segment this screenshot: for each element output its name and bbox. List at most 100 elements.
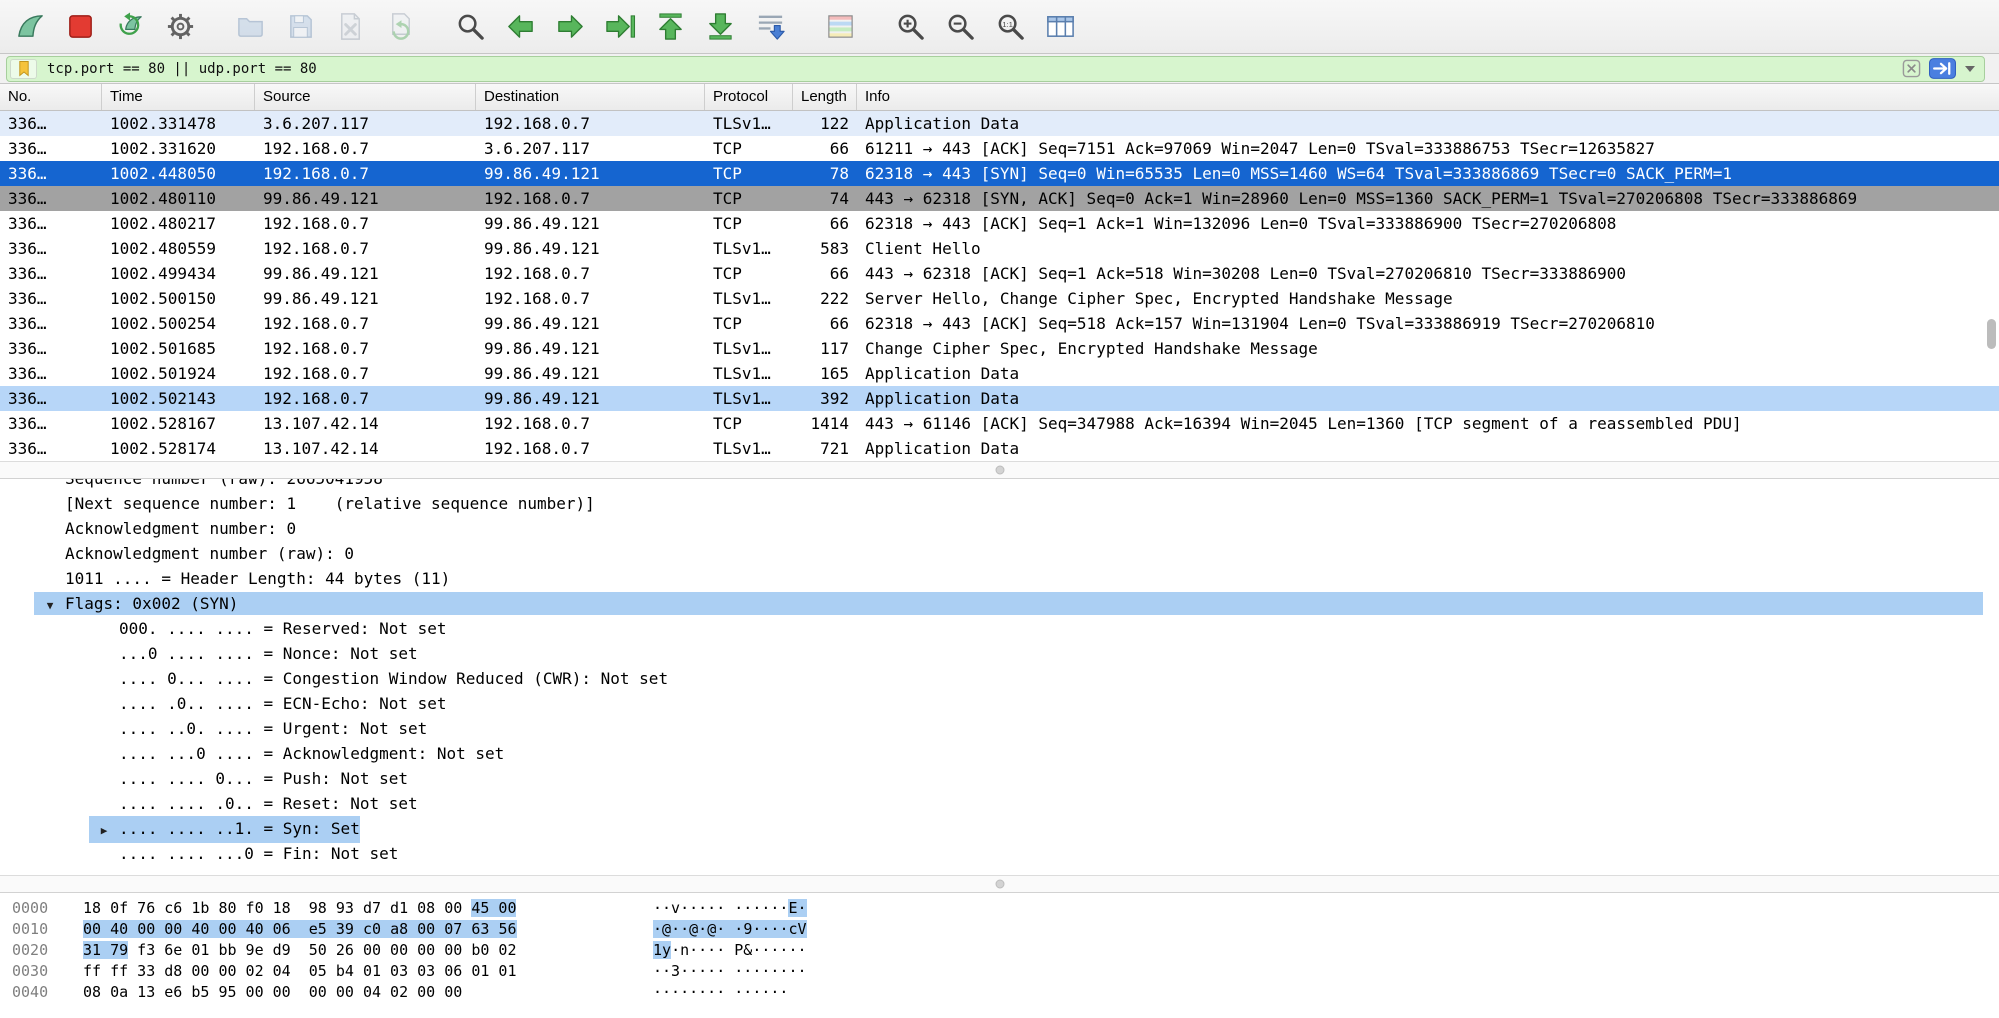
- stop-capture-icon: [65, 11, 96, 42]
- packet-bytes-pane: 000018 0f 76 c6 1b 80 f0 18 98 93 d7 d1 …: [0, 893, 1999, 1018]
- packet-row[interactable]: 336…1002.501924192.168.0.799.86.49.121TL…: [0, 361, 1999, 386]
- clear-filter-icon: [1902, 59, 1921, 78]
- detail-line[interactable]: .... .... .0.. = Reset: Not set: [0, 791, 1999, 816]
- cell-protocol: TLSv1…: [705, 386, 793, 411]
- cell-length: 66: [793, 136, 857, 161]
- column-header-info[interactable]: Info: [857, 84, 1999, 110]
- cell-length: 1414: [793, 411, 857, 436]
- hex-offset: 0040: [0, 982, 83, 1003]
- find-packet-button[interactable]: [450, 6, 490, 48]
- cell-no: 336…: [0, 136, 102, 161]
- close-file-button: [330, 6, 370, 48]
- stop-capture-button[interactable]: [60, 6, 100, 48]
- hex-row[interactable]: 000018 0f 76 c6 1b 80 f0 18 98 93 d7 d1 …: [0, 898, 1999, 919]
- packet-row[interactable]: 336…1002.331620192.168.0.73.6.207.117TCP…: [0, 136, 1999, 161]
- detail-line[interactable]: ...0 .... .... = Nonce: Not set: [0, 641, 1999, 666]
- detail-line[interactable]: 000. .... .... = Reserved: Not set: [0, 616, 1999, 641]
- detail-line[interactable]: Sequence number (raw): 2665041958: [0, 479, 1999, 491]
- detail-line[interactable]: Acknowledgment number: 0: [0, 516, 1999, 541]
- detail-line[interactable]: ▼Flags: 0x002 (SYN): [0, 591, 1999, 616]
- column-header-protocol[interactable]: Protocol: [705, 84, 793, 110]
- column-header-destination[interactable]: Destination: [476, 84, 705, 110]
- hex-ascii: ········ ······: [653, 982, 788, 1003]
- cell-no: 336…: [0, 311, 102, 336]
- go-to-packet-button[interactable]: [600, 6, 640, 48]
- detail-line[interactable]: 1011 .... = Header Length: 44 bytes (11): [0, 566, 1999, 591]
- packet-list-scrollbar-thumb[interactable]: [1987, 319, 1996, 349]
- detail-line[interactable]: ▶.... .... ..1. = Syn: Set: [0, 816, 1999, 841]
- packet-row[interactable]: 336…1002.501685192.168.0.799.86.49.121TL…: [0, 336, 1999, 361]
- cell-time: 1002.480217: [102, 211, 255, 236]
- detail-text: Sequence number (raw): 2665041958: [65, 479, 383, 488]
- filter-bookmark-button[interactable]: [10, 59, 37, 79]
- restart-capture-button[interactable]: [110, 6, 150, 48]
- hex-row[interactable]: 001000 40 00 00 40 00 40 06 e5 39 c0 a8 …: [0, 919, 1999, 940]
- hex-bytes: ff ff 33 d8 00 00 02 04 05 b4 01 03 03 0…: [83, 961, 523, 982]
- column-header-source[interactable]: Source: [255, 84, 476, 110]
- detail-line[interactable]: .... ...0 .... = Acknowledgment: Not set: [0, 741, 1999, 766]
- zoom-in-button[interactable]: [890, 6, 930, 48]
- detail-line[interactable]: Acknowledgment number (raw): 0: [0, 541, 1999, 566]
- packet-row[interactable]: 336…1002.448050192.168.0.799.86.49.121TC…: [0, 161, 1999, 186]
- cell-length: 66: [793, 311, 857, 336]
- cell-no: 336…: [0, 286, 102, 311]
- zoom-in-icon: [895, 11, 926, 42]
- colorize-button[interactable]: [820, 6, 860, 48]
- detail-line[interactable]: .... 0... .... = Congestion Window Reduc…: [0, 666, 1999, 691]
- cell-no: 336…: [0, 336, 102, 361]
- packet-row[interactable]: 336…1002.49943499.86.49.121192.168.0.7TC…: [0, 261, 1999, 286]
- hex-bytes: 18 0f 76 c6 1b 80 f0 18 98 93 d7 d1 08 0…: [83, 898, 523, 919]
- detail-line[interactable]: .... .0.. .... = ECN-Echo: Not set: [0, 691, 1999, 716]
- detail-line[interactable]: .... .... 0... = Push: Not set: [0, 766, 1999, 791]
- packet-row[interactable]: 336…1002.3314783.6.207.117192.168.0.7TLS…: [0, 111, 1999, 136]
- packet-row[interactable]: 336…1002.480217192.168.0.799.86.49.121TC…: [0, 211, 1999, 236]
- hex-row[interactable]: 002031 79 f3 6e 01 bb 9e d9 50 26 00 00 …: [0, 940, 1999, 961]
- zoom-out-button[interactable]: [940, 6, 980, 48]
- detail-line[interactable]: .... ..0. .... = Urgent: Not set: [0, 716, 1999, 741]
- go-forward-button[interactable]: [550, 6, 590, 48]
- save-file-icon: [285, 11, 316, 42]
- auto-scroll-button[interactable]: [750, 6, 790, 48]
- hex-row[interactable]: 0030ff ff 33 d8 00 00 02 04 05 b4 01 03 …: [0, 961, 1999, 982]
- packet-row[interactable]: 336…1002.50015099.86.49.121192.168.0.7TL…: [0, 286, 1999, 311]
- resize-columns-button[interactable]: [1040, 6, 1080, 48]
- filter-clear-button[interactable]: [1902, 59, 1921, 78]
- packet-row[interactable]: 336…1002.52816713.107.42.14192.168.0.7TC…: [0, 411, 1999, 436]
- go-back-button[interactable]: [500, 6, 540, 48]
- column-header-no[interactable]: No.: [0, 84, 102, 110]
- filter-apply-button[interactable]: [1929, 58, 1956, 79]
- start-capture-icon: [15, 11, 46, 42]
- display-filter-bar: [0, 54, 1999, 84]
- cell-no: 336…: [0, 261, 102, 286]
- packet-row[interactable]: 336…1002.48011099.86.49.121192.168.0.7TC…: [0, 186, 1999, 211]
- detail-line[interactable]: .... .... ...0 = Fin: Not set: [0, 841, 1999, 866]
- column-header-length[interactable]: Length: [793, 84, 857, 110]
- apply-filter-icon: [1929, 58, 1956, 79]
- packet-row[interactable]: 336…1002.480559192.168.0.799.86.49.121TL…: [0, 236, 1999, 261]
- go-last-button[interactable]: [700, 6, 740, 48]
- expand-icon[interactable]: ▶: [89, 818, 119, 843]
- pane-splitter[interactable]: [0, 875, 1999, 893]
- detail-text: Acknowledgment number (raw): 0: [65, 544, 354, 563]
- cell-no: 336…: [0, 436, 102, 461]
- packet-row[interactable]: 336…1002.502143192.168.0.799.86.49.121TL…: [0, 386, 1999, 411]
- detail-line[interactable]: [Next sequence number: 1 (relative seque…: [0, 491, 1999, 516]
- cell-destination: 99.86.49.121: [476, 386, 705, 411]
- zoom-reset-button[interactable]: 1:1: [990, 6, 1030, 48]
- column-header-time[interactable]: Time: [102, 84, 255, 110]
- filter-history-dropdown-button[interactable]: [1964, 65, 1976, 73]
- cell-time: 1002.500254: [102, 311, 255, 336]
- pane-splitter[interactable]: [0, 461, 1999, 479]
- start-capture-button[interactable]: [10, 6, 50, 48]
- packet-row[interactable]: 336…1002.500254192.168.0.799.86.49.121TC…: [0, 311, 1999, 336]
- capture-options-button[interactable]: [160, 6, 200, 48]
- collapse-icon[interactable]: ▼: [35, 593, 65, 618]
- packet-row[interactable]: 336…1002.52817413.107.42.14192.168.0.7TL…: [0, 436, 1999, 461]
- cell-length: 122: [793, 111, 857, 136]
- cell-protocol: TLSv1…: [705, 336, 793, 361]
- go-first-button[interactable]: [650, 6, 690, 48]
- hex-row[interactable]: 004008 0a 13 e6 b5 95 00 00 00 00 04 02 …: [0, 982, 1999, 1003]
- splitter-grip-icon: [995, 880, 1004, 889]
- cell-source: 99.86.49.121: [255, 286, 476, 311]
- display-filter-input[interactable]: [47, 61, 1894, 77]
